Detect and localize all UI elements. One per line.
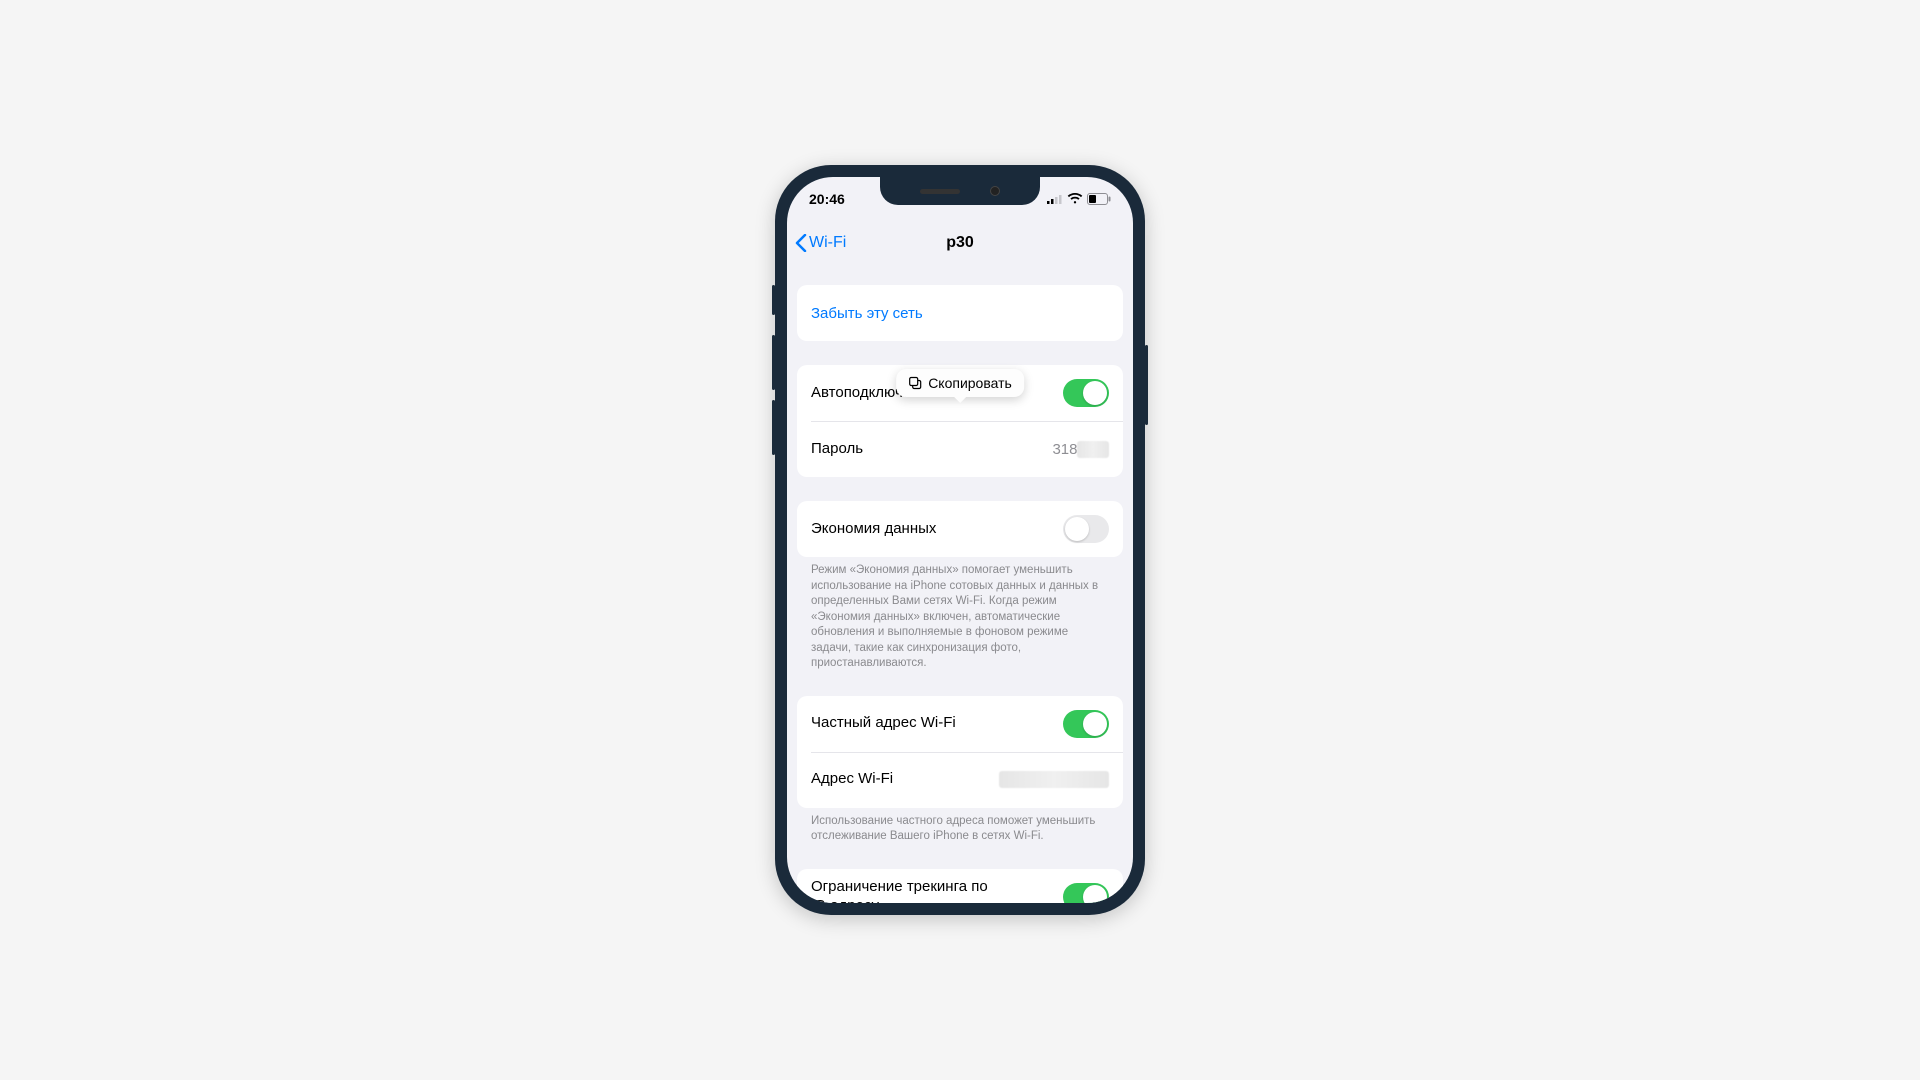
limit-tracking-row[interactable]: Ограничение трекинга по IP-адресу [797, 869, 1123, 903]
password-row[interactable]: Пароль 318•••••• [797, 421, 1123, 477]
side-button [772, 335, 775, 390]
side-button [772, 400, 775, 455]
side-button [1145, 345, 1148, 425]
low-data-label: Экономия данных [811, 520, 936, 539]
nav-bar: Wi-Fi p30 [787, 221, 1133, 265]
phone-frame: 20:46 Wi-Fi p30 [775, 165, 1145, 915]
auto-join-toggle[interactable] [1063, 379, 1109, 407]
wifi-mac-value: ██:██:██:██:██ [999, 771, 1109, 788]
private-address-toggle[interactable] [1063, 710, 1109, 738]
private-address-note: Использование частного адреса поможет ум… [797, 808, 1123, 845]
phone-screen: 20:46 Wi-Fi p30 [787, 177, 1133, 903]
side-button [772, 285, 775, 315]
password-label: Пароль [811, 440, 863, 459]
private-address-row[interactable]: Частный адрес Wi-Fi [797, 696, 1123, 752]
wifi-mac-label: Адрес Wi-Fi [811, 770, 893, 789]
low-data-row[interactable]: Экономия данных [797, 501, 1123, 557]
wifi-icon [1067, 193, 1083, 205]
low-data-toggle[interactable] [1063, 515, 1109, 543]
cellular-icon [1047, 194, 1063, 204]
private-address-group: Частный адрес Wi-Fi Адрес Wi-Fi ██:██:██… [797, 696, 1123, 808]
limit-tracking-label: Ограничение трекинга по IP-адресу [811, 878, 1011, 903]
back-button[interactable]: Wi-Fi [795, 234, 846, 252]
back-label: Wi-Fi [809, 234, 846, 252]
wifi-mac-row[interactable]: Адрес Wi-Fi ██:██:██:██:██ [797, 752, 1123, 808]
notch [880, 177, 1040, 205]
limit-tracking-toggle[interactable] [1063, 883, 1109, 903]
status-time: 20:46 [809, 191, 845, 207]
forget-network-button[interactable]: Забыть эту сеть [797, 285, 1123, 341]
chevron-left-icon [795, 234, 807, 252]
private-address-label: Частный адрес Wi-Fi [811, 714, 956, 733]
low-data-note: Режим «Экономия данных» помогает уменьши… [797, 557, 1123, 672]
forget-network-label: Забыть эту сеть [811, 305, 923, 322]
low-data-group: Экономия данных [797, 501, 1123, 557]
copy-label: Скопировать [928, 375, 1012, 391]
copy-popover[interactable]: Скопировать [896, 369, 1024, 397]
copy-icon [908, 376, 922, 390]
password-value: 318•••••• [1052, 441, 1109, 458]
battery-icon [1087, 193, 1111, 205]
limit-tracking-group: Ограничение трекинга по IP-адресу [797, 869, 1123, 903]
forget-group: Забыть эту сеть [797, 285, 1123, 341]
settings-content[interactable]: Забыть эту сеть Автоподключение Пароль 3… [787, 265, 1133, 903]
